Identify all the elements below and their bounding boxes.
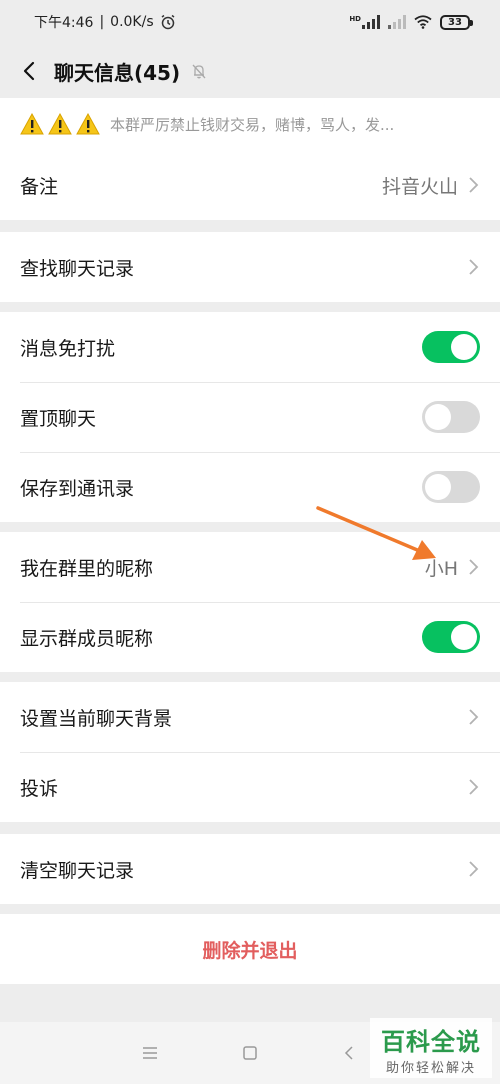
group-notice[interactable]: 本群严厉禁止钱财交易，赌博，骂人，发...	[0, 98, 500, 150]
group-background-report: 设置当前聊天背景 投诉	[0, 682, 500, 822]
pin-toggle[interactable]	[422, 401, 480, 433]
warning-icon	[20, 113, 44, 135]
warning-icon	[48, 113, 72, 135]
mute-label: 消息免打扰	[20, 337, 116, 360]
toggle-knob	[451, 334, 477, 360]
search-history-label: 查找聊天记录	[20, 257, 135, 280]
remark-label: 备注	[20, 175, 59, 198]
signal-hd-icon: HD	[349, 15, 380, 29]
watermark-main: 百科全说	[381, 1028, 481, 1056]
mute-toggle[interactable]	[422, 331, 480, 363]
show-nicknames-toggle[interactable]	[422, 621, 480, 653]
delete-exit-button[interactable]: 删除并退出	[0, 914, 500, 984]
status-time: 下午4:46	[34, 15, 94, 31]
toggle-knob	[425, 474, 451, 500]
row-background[interactable]: 设置当前聊天背景	[0, 682, 500, 752]
battery-icon: 33	[440, 14, 473, 30]
nav-back-icon[interactable]	[341, 1044, 359, 1062]
row-remark[interactable]: 备注 抖音火山	[0, 150, 500, 220]
clear-history-label: 清空聊天记录	[20, 859, 135, 882]
group-chat-toggles: 消息免打扰 置顶聊天 保存到通讯录	[0, 312, 500, 522]
background-label: 设置当前聊天背景	[20, 707, 173, 730]
warning-icon	[76, 113, 100, 135]
notice-text: 本群严厉禁止钱财交易，赌博，骂人，发...	[110, 115, 395, 134]
pin-label: 置顶聊天	[20, 407, 97, 430]
chevron-right-icon	[469, 259, 479, 275]
alarm-icon	[161, 14, 175, 30]
chevron-right-icon	[469, 779, 479, 795]
save-contacts-toggle[interactable]	[422, 471, 480, 503]
chevron-right-icon	[469, 861, 479, 877]
save-contacts-label: 保存到通讯录	[20, 477, 135, 500]
watermark-sub: 助你轻松解决	[385, 1061, 476, 1076]
status-left: 下午4:46 | 0.0K/s	[34, 12, 176, 32]
status-network-speed: 0.0K/s	[110, 14, 154, 30]
chevron-right-icon	[469, 709, 479, 725]
toggle-knob	[425, 404, 451, 430]
wifi-icon	[414, 15, 432, 29]
signal-secondary-icon	[388, 15, 406, 29]
group-clear-history: 清空聊天记录	[0, 834, 500, 904]
home-icon[interactable]	[241, 1044, 259, 1062]
title-bar: 聊天信息(45)	[0, 44, 500, 98]
report-label: 投诉	[20, 777, 59, 800]
group-delete-exit: 删除并退出	[0, 914, 500, 984]
show-nicknames-label: 显示群成员昵称	[20, 627, 154, 650]
back-arrow-icon[interactable]	[18, 59, 42, 83]
battery-level: 33	[448, 16, 462, 28]
muted-bell-icon	[192, 64, 206, 79]
group-notice-remark: 本群严厉禁止钱财交易，赌博，骂人，发... 备注 抖音火山	[0, 98, 500, 220]
menu-icon[interactable]	[141, 1044, 159, 1062]
row-clear-history[interactable]: 清空聊天记录	[0, 834, 500, 904]
row-mute: 消息免打扰	[0, 312, 500, 382]
page-title: 聊天信息(45)	[54, 60, 181, 85]
watermark-logo: 百科全说 助你轻松解决	[370, 1018, 492, 1078]
signal-hd-label: HD	[349, 15, 361, 23]
row-pin: 置顶聊天	[0, 382, 500, 452]
chevron-right-icon	[469, 177, 479, 193]
group-search: 查找聊天记录	[0, 232, 500, 302]
toggle-knob	[451, 624, 477, 650]
annotation-arrow-icon	[316, 506, 436, 560]
chevron-right-icon	[469, 559, 479, 575]
row-show-nicknames: 显示群成员昵称	[0, 602, 500, 672]
row-search-history[interactable]: 查找聊天记录	[0, 232, 500, 302]
status-separator: |	[99, 14, 105, 30]
row-report[interactable]: 投诉	[0, 752, 500, 822]
remark-value: 抖音火山	[381, 175, 458, 198]
status-right: HD 33	[349, 14, 473, 30]
status-bar: 下午4:46 | 0.0K/s HD 33	[0, 0, 500, 44]
